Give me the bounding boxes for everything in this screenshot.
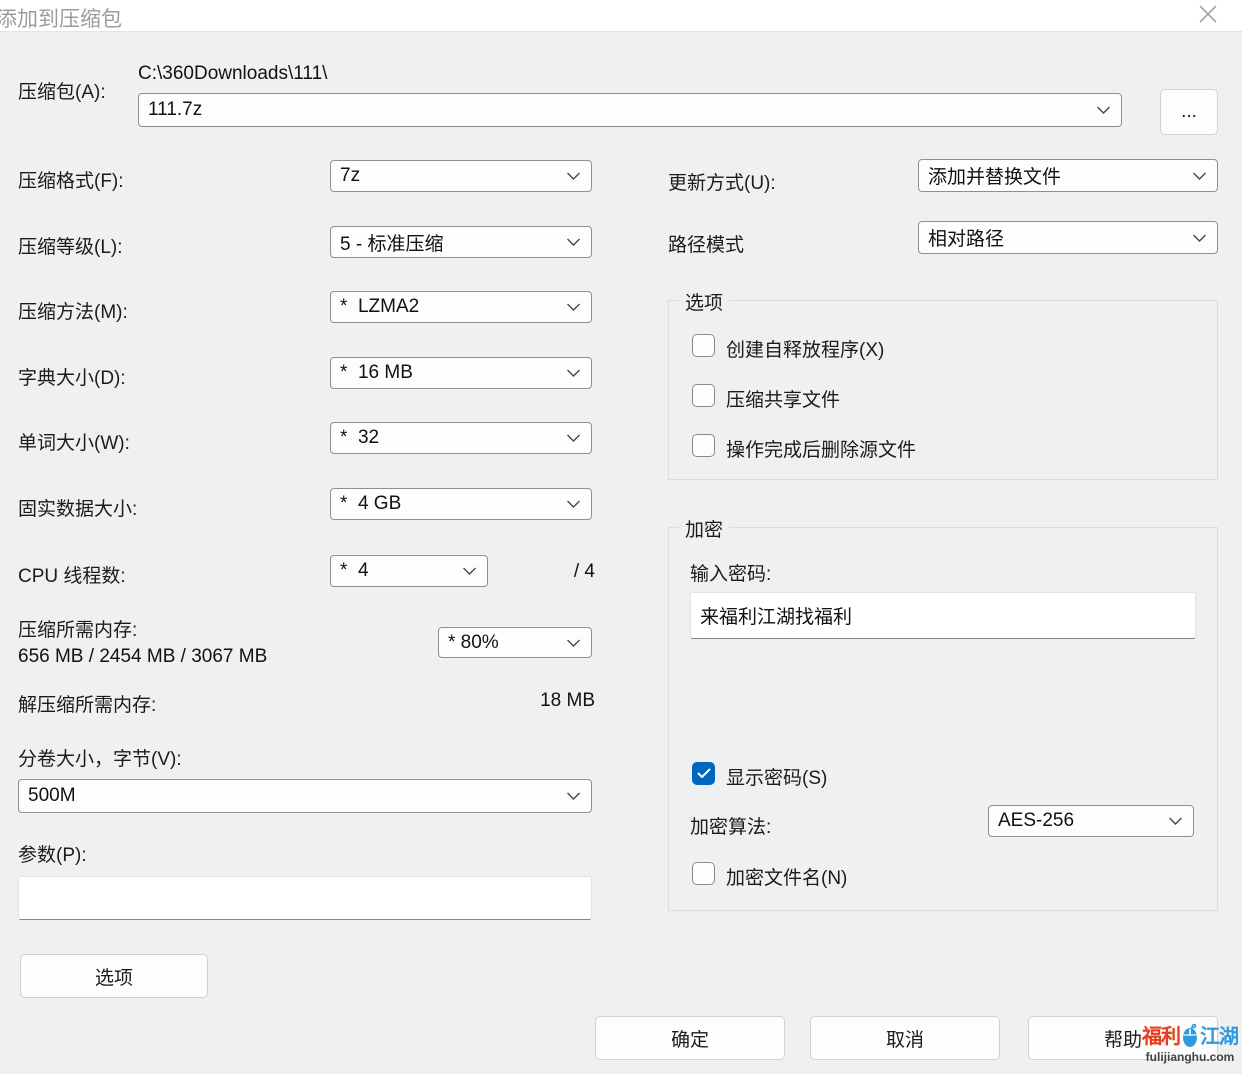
volume-size-value: 500M (28, 785, 76, 807)
encryption-group-title: 加密 (679, 515, 729, 542)
volume-size-label: 分卷大小，字节(V): (18, 744, 182, 771)
decompress-memory-value: 18 MB (430, 690, 595, 712)
volume-size-combobox[interactable]: 500M (18, 779, 592, 813)
parameters-label: 参数(P): (18, 840, 87, 867)
word-size-combobox[interactable]: * 32 (330, 422, 592, 454)
decompress-memory-label: 解压缩所需内存: (18, 690, 156, 717)
chevron-down-icon (1192, 171, 1207, 181)
cpu-threads-combobox[interactable]: * 4 (330, 555, 488, 587)
help-button[interactable]: 帮助 (1028, 1016, 1218, 1060)
archive-label: 压缩包(A): (18, 77, 106, 104)
compress-memory-value: 656 MB / 2454 MB / 3067 MB (18, 646, 267, 668)
chevron-down-icon (566, 638, 581, 648)
compress-shared-label: 压缩共享文件 (726, 385, 840, 412)
path-mode-combobox[interactable]: 相对路径 (918, 221, 1218, 254)
solid-block-value: * 4 GB (340, 493, 401, 515)
chevron-down-icon (566, 368, 581, 378)
format-label: 压缩格式(F): (18, 166, 124, 193)
create-sfx-label: 创建自释放程序(X) (726, 335, 884, 362)
archive-dir-path: C:\360Downloads\111\ (138, 63, 327, 85)
memory-percent-value: * 80% (448, 632, 499, 654)
close-icon (1196, 2, 1220, 31)
dictionary-label: 字典大小(D): (18, 363, 126, 390)
level-value: 5 - 标准压缩 (340, 229, 443, 256)
show-password-label: 显示密码(S) (726, 763, 827, 790)
method-label: 压缩方法(M): (18, 297, 128, 324)
show-password-checkbox[interactable] (692, 762, 715, 785)
window-title: 添加到压缩包 (0, 3, 122, 33)
path-mode-value: 相对路径 (928, 224, 1004, 251)
level-combobox[interactable]: 5 - 标准压缩 (330, 226, 592, 258)
chevron-down-icon (1168, 816, 1183, 826)
chevron-down-icon (1096, 105, 1111, 115)
update-mode-label: 更新方式(U): (668, 168, 776, 195)
encryption-method-label: 加密算法: (690, 812, 771, 839)
password-input[interactable] (690, 592, 1196, 639)
dictionary-combobox[interactable]: * 16 MB (330, 357, 592, 389)
chevron-down-icon (566, 499, 581, 509)
memory-percent-combobox[interactable]: * 80% (438, 627, 592, 658)
close-button[interactable] (1188, 2, 1228, 30)
cpu-threads-max: / 4 (525, 561, 595, 583)
titlebar: 添加到压缩包 (0, 0, 1242, 32)
chevron-down-icon (566, 433, 581, 443)
word-size-value: * 32 (340, 427, 379, 449)
chevron-down-icon (1192, 233, 1207, 243)
chevron-down-icon (566, 171, 581, 181)
solid-block-combobox[interactable]: * 4 GB (330, 488, 592, 520)
word-size-label: 单词大小(W): (18, 428, 130, 455)
method-combobox[interactable]: * LZMA2 (330, 291, 592, 323)
chevron-down-icon (566, 791, 581, 801)
dictionary-value: * 16 MB (340, 362, 413, 384)
encryption-method-value: AES-256 (998, 810, 1074, 832)
archive-name-value: 111.7z (148, 99, 202, 121)
password-label: 输入密码: (690, 559, 771, 586)
delete-after-label: 操作完成后删除源文件 (726, 435, 916, 462)
compress-shared-checkbox[interactable] (692, 384, 715, 407)
update-mode-combobox[interactable]: 添加并替换文件 (918, 159, 1218, 192)
encrypt-filenames-label: 加密文件名(N) (726, 863, 847, 890)
cpu-threads-value: * 4 (340, 560, 369, 582)
create-sfx-checkbox[interactable] (692, 334, 715, 357)
cancel-button[interactable]: 取消 (810, 1016, 1000, 1060)
parameters-input[interactable] (18, 876, 592, 920)
chevron-down-icon (566, 302, 581, 312)
update-mode-value: 添加并替换文件 (928, 162, 1061, 189)
solid-block-label: 固实数据大小: (18, 494, 137, 521)
options-group-title: 选项 (679, 288, 729, 315)
format-combobox[interactable]: 7z (330, 160, 592, 192)
level-label: 压缩等级(L): (18, 232, 123, 259)
path-mode-label: 路径模式 (668, 230, 744, 257)
options-button[interactable]: 选项 (20, 954, 208, 998)
encryption-method-combobox[interactable]: AES-256 (988, 805, 1194, 837)
compress-memory-label: 压缩所需内存: (18, 615, 137, 642)
ok-button[interactable]: 确定 (595, 1016, 785, 1060)
chevron-down-icon (566, 237, 581, 247)
method-value: * LZMA2 (340, 296, 419, 318)
cpu-threads-label: CPU 线程数: (18, 561, 126, 588)
browse-button[interactable]: ... (1160, 89, 1218, 135)
delete-after-checkbox[interactable] (692, 434, 715, 457)
archive-name-combobox[interactable]: 111.7z (138, 93, 1122, 127)
format-value: 7z (340, 165, 360, 187)
chevron-down-icon (462, 566, 477, 576)
encrypt-filenames-checkbox[interactable] (692, 862, 715, 885)
